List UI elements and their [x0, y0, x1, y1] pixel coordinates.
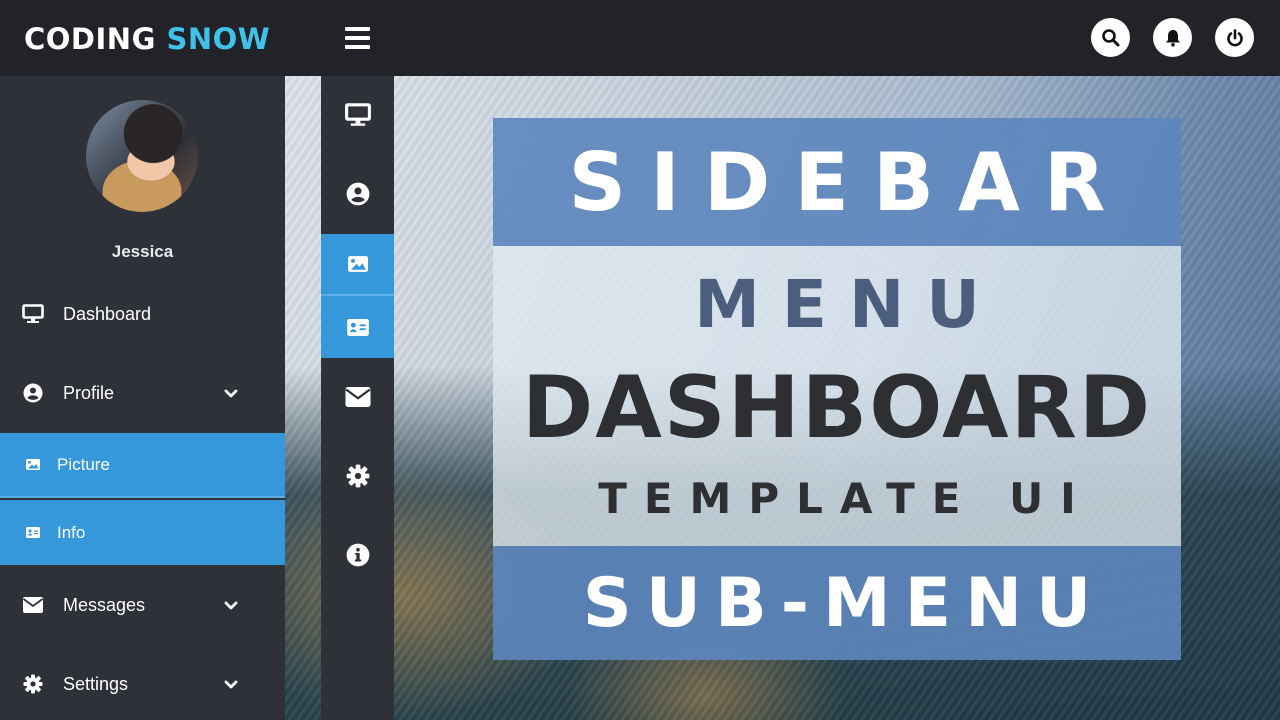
envelope-icon [22, 597, 44, 613]
search-icon [1101, 28, 1119, 46]
sidebar-item-profile[interactable]: Profile [0, 361, 285, 425]
id-card-icon [346, 318, 369, 336]
mobile-item-about[interactable] [321, 524, 394, 586]
user-name: Jessica [111, 242, 174, 261]
hamburger-icon [345, 27, 370, 31]
logout-button[interactable] [1215, 18, 1254, 57]
cog-icon [22, 674, 44, 694]
title-menu: MENU [694, 266, 1002, 343]
sidebar-subitem-info[interactable]: Info [0, 500, 285, 565]
brand-accent: SNOW [166, 22, 271, 56]
title-template-ui: TEMPLATE UI [598, 474, 1093, 523]
avatar[interactable] [86, 100, 198, 212]
hamburger-icon-line [345, 36, 370, 40]
id-card-icon [22, 527, 44, 538]
title-band-top: SIDEBAR [493, 118, 1181, 246]
mobile-sidebar [321, 76, 394, 720]
sidebar-item-label: Info [57, 522, 86, 542]
desktop-icon [344, 103, 371, 126]
user-circle-icon [22, 383, 44, 403]
title-card: SIDEBAR MENU DASHBOARD TEMPLATE UI SUB-M… [493, 118, 1181, 660]
sidebar-item-dashboard[interactable]: Dashboard [0, 282, 285, 346]
image-icon [22, 459, 44, 470]
sidebar-item-label: Dashboard [63, 303, 152, 324]
image-icon [347, 256, 368, 272]
header-actions [1091, 18, 1254, 57]
search-button[interactable] [1091, 18, 1130, 57]
sidebar-item-label: Settings [63, 673, 129, 694]
mobile-item-profile[interactable] [321, 163, 394, 225]
chevron-down-icon[interactable] [224, 383, 238, 404]
mobile-item-settings[interactable] [321, 445, 394, 507]
envelope-icon [344, 387, 371, 407]
title-band-middle: MENU DASHBOARD TEMPLATE UI [493, 246, 1181, 546]
mobile-item-picture[interactable] [321, 234, 394, 296]
info-circle-icon [346, 543, 369, 567]
bell-icon [1165, 29, 1180, 47]
title-dashboard: DASHBOARD [521, 358, 1153, 458]
mobile-item-info[interactable] [321, 296, 394, 358]
sidebar: Jessica Dashboard Profile Picture Info M… [0, 76, 285, 720]
sidebar-item-settings[interactable]: Settings [0, 652, 285, 716]
chevron-down-icon[interactable] [224, 595, 238, 616]
brand-logo[interactable]: CODING SNOW [24, 22, 270, 56]
hamburger-icon-line [345, 45, 370, 49]
user-circle-icon [346, 182, 369, 206]
title-sub-menu: SUB-MENU [582, 563, 1106, 643]
top-header: CODING SNOW [0, 0, 1280, 76]
sidebar-item-label: Picture [57, 454, 110, 474]
cog-icon [346, 464, 369, 488]
title-band-bottom: SUB-MENU [493, 546, 1181, 660]
menu-toggle-button[interactable] [345, 27, 370, 49]
sidebar-item-label: Messages [63, 594, 146, 615]
brand-primary: CODING [24, 22, 156, 56]
power-icon [1226, 28, 1243, 46]
title-sidebar: SIDEBAR [568, 135, 1130, 229]
mobile-item-dashboard[interactable] [321, 84, 394, 146]
mobile-item-messages[interactable] [321, 366, 394, 428]
sidebar-subitem-picture[interactable]: Picture [0, 433, 285, 498]
desktop-icon [22, 304, 44, 324]
chevron-down-icon[interactable] [224, 674, 238, 695]
notifications-button[interactable] [1153, 18, 1192, 57]
sidebar-item-messages[interactable]: Messages [0, 573, 285, 637]
sidebar-item-label: Profile [63, 382, 115, 403]
